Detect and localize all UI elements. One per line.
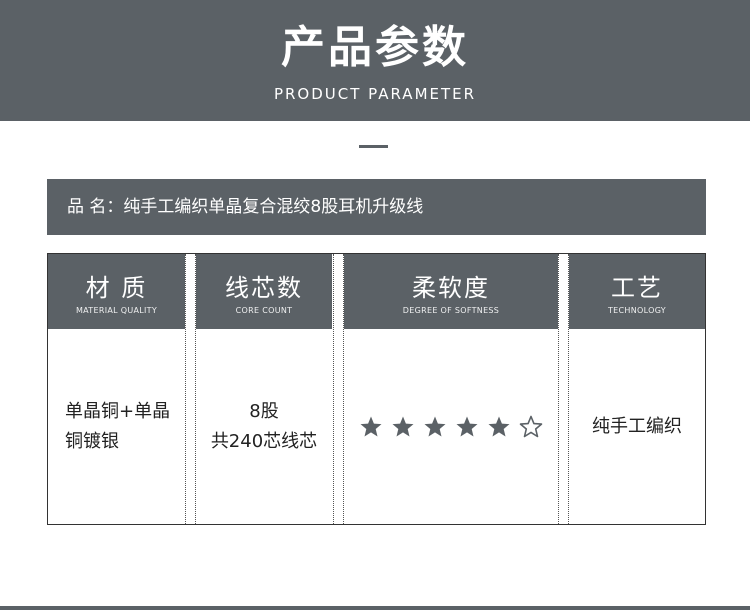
star-filled-icon [392, 416, 414, 436]
column-subtitle: MATERIAL QUALITY [75, 306, 158, 315]
core-count-value: 8股 共240芯线芯 [210, 400, 318, 452]
column-softness: 柔软度 DEGREE OF SOFTNESS [344, 254, 558, 524]
star-filled-icon [488, 416, 510, 436]
column-subtitle: CORE COUNT [235, 306, 293, 315]
column-technology: 工艺 TECHNOLOGY 纯手工编织 [569, 254, 705, 524]
column-header: 线芯数 CORE COUNT [196, 254, 332, 329]
product-name: 品 名：纯手工编织单晶复合混绞8股耳机升级线 [67, 197, 424, 217]
star-outline-icon [519, 415, 543, 437]
column-cell: 纯手工编织 [569, 329, 705, 524]
column-header: 工艺 TECHNOLOGY [569, 254, 705, 329]
column-separator [185, 254, 196, 524]
column-material: 材 质 MATERIAL QUALITY 单晶铜+单晶 铜镀银 [48, 254, 185, 524]
column-header: 材 质 MATERIAL QUALITY [48, 254, 185, 329]
column-header: 柔软度 DEGREE OF SOFTNESS [344, 254, 558, 329]
column-cell [344, 329, 558, 524]
star-filled-icon [360, 416, 382, 436]
column-core-count: 线芯数 CORE COUNT 8股 共240芯线芯 [196, 254, 332, 524]
column-separator [558, 254, 569, 524]
star-filled-icon [456, 416, 478, 436]
column-title: 工艺 [611, 274, 663, 302]
column-title: 柔软度 [412, 274, 490, 302]
column-subtitle: DEGREE OF SOFTNESS [402, 306, 500, 315]
product-name-bar: 品 名：纯手工编织单晶复合混绞8股耳机升级线 [47, 179, 706, 235]
page-subtitle: PRODUCT PARAMETER [273, 85, 477, 103]
column-separator [333, 254, 344, 524]
header-banner: 产品参数 PRODUCT PARAMETER [0, 0, 750, 121]
column-cell: 单晶铜+单晶 铜镀银 [48, 329, 185, 524]
star-filled-icon [424, 416, 446, 436]
material-value: 单晶铜+单晶 铜镀银 [65, 400, 171, 452]
bottom-bar [0, 606, 750, 610]
column-title: 材 质 [85, 274, 148, 302]
softness-rating [359, 415, 543, 439]
parameter-table: 材 质 MATERIAL QUALITY 单晶铜+单晶 铜镀银 线芯数 CORE… [47, 253, 706, 525]
column-subtitle: TECHNOLOGY [608, 306, 666, 315]
column-title: 线芯数 [225, 274, 303, 302]
column-cell: 8股 共240芯线芯 [196, 329, 332, 524]
page-title: 产品参数 [281, 22, 469, 73]
divider-dash [359, 145, 388, 148]
technology-value: 纯手工编织 [592, 415, 682, 437]
